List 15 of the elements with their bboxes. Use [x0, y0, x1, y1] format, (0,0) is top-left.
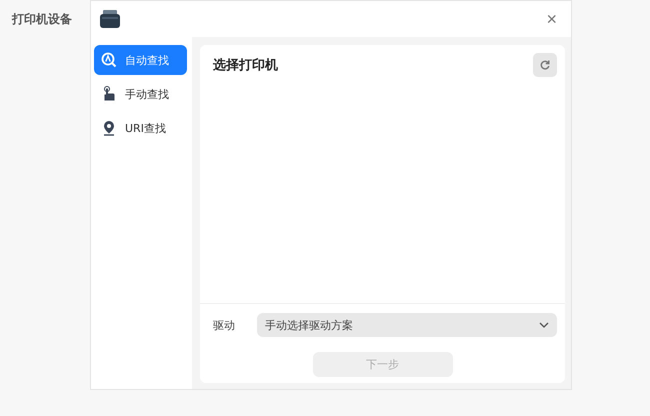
page-title: 打印机设备: [12, 11, 72, 28]
close-button[interactable]: ×: [542, 8, 561, 30]
sidebar-item[interactable]: 手动查找: [94, 79, 187, 109]
chevron-down-icon: [539, 322, 549, 328]
driver-dropdown[interactable]: 手动选择驱动方案: [257, 313, 557, 337]
location-pin-icon: [101, 120, 117, 136]
driver-label: 驱动: [213, 318, 236, 332]
sidebar-item[interactable]: 自动查找: [94, 45, 187, 75]
refresh-icon: [540, 60, 550, 70]
panel-title: 选择打印机: [213, 57, 278, 74]
hand-pointer-icon: [101, 86, 117, 102]
search-icon: [101, 52, 117, 68]
printer-icon: [99, 9, 121, 29]
refresh-button[interactable]: [533, 53, 557, 77]
sidebar-item[interactable]: URI查找: [94, 113, 187, 143]
